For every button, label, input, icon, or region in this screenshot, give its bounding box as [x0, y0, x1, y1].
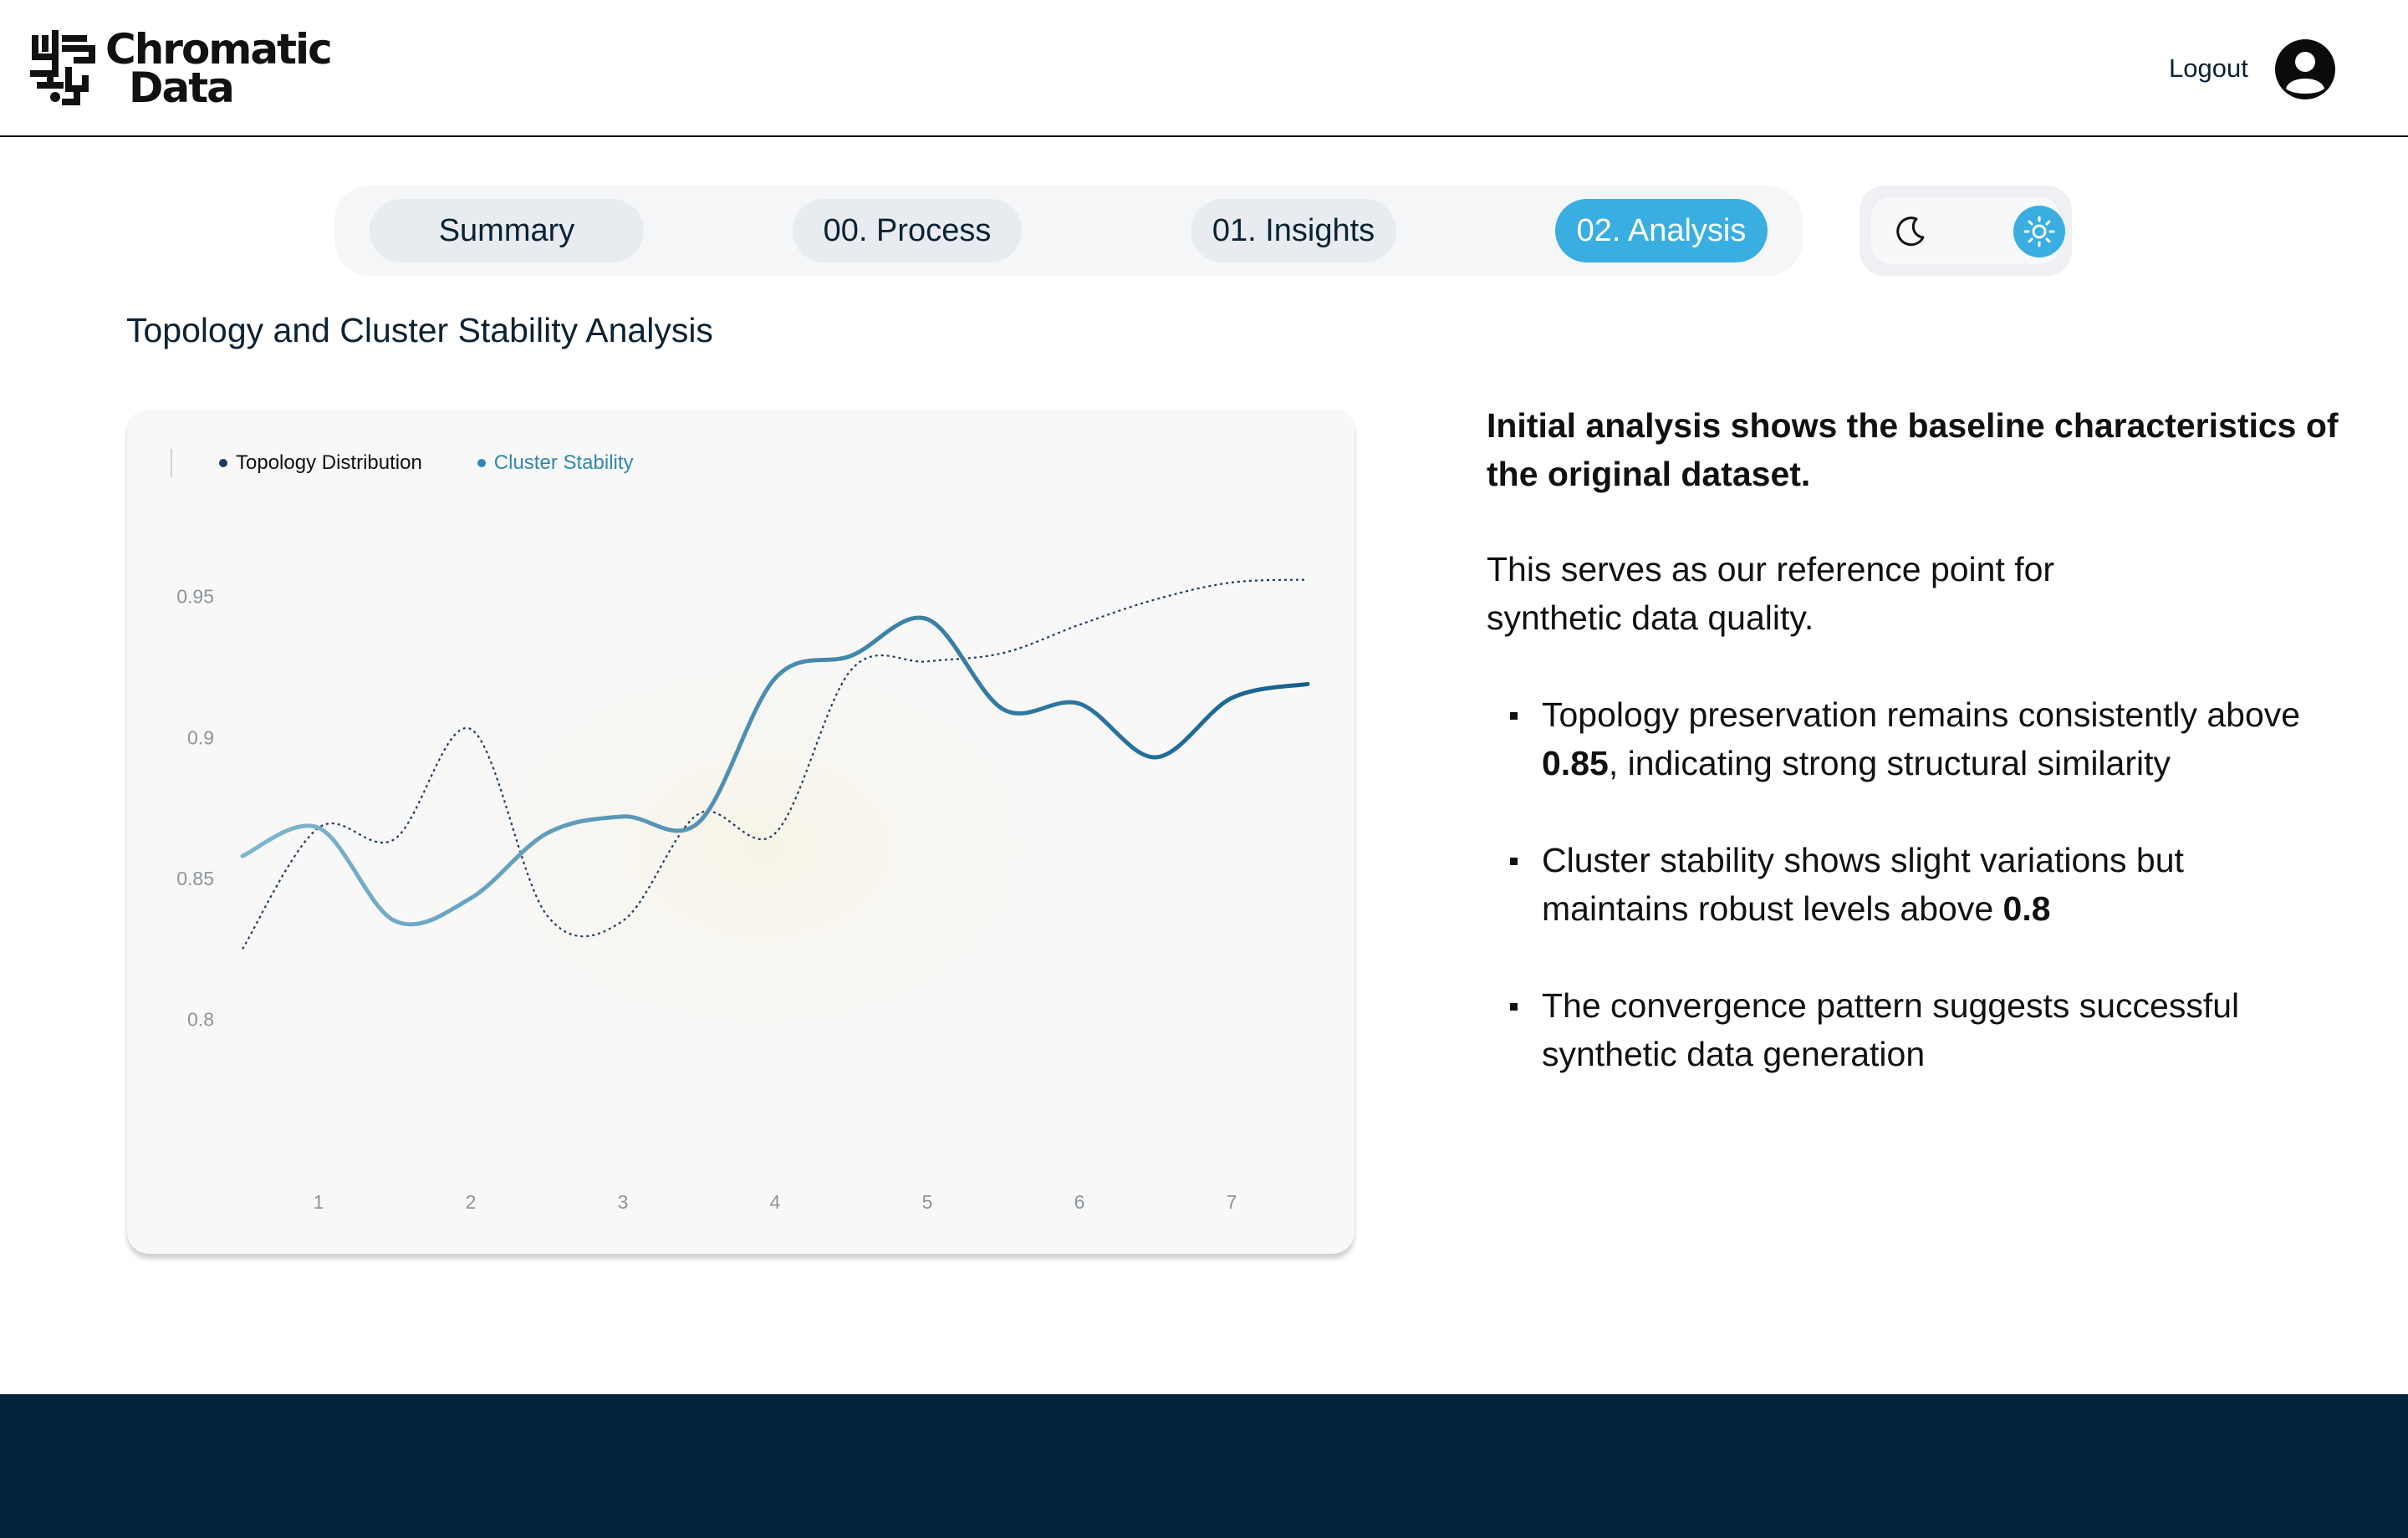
bullet-text: The convergence pattern suggests success…	[1542, 986, 2240, 1073]
app-header: Chromatic Data Logout	[0, 0, 2408, 137]
tab-summary[interactable]: Summary	[370, 199, 644, 262]
sun-icon	[2023, 216, 2055, 247]
user-avatar-icon[interactable]	[2274, 38, 2336, 100]
page-footer	[0, 1394, 2408, 1538]
y-tick-label: 0.85	[176, 868, 214, 889]
list-item: Topology preservation remains consistent…	[1487, 690, 2311, 787]
bullet-value: 0.85	[1542, 744, 1609, 782]
theme-toggle[interactable]	[1860, 186, 2072, 276]
x-tick-label: 4	[770, 1191, 781, 1213]
y-tick-label: 0.8	[187, 1009, 214, 1031]
analysis-bullets: Topology preservation remains consistent…	[1487, 690, 2373, 1078]
logout-link[interactable]: Logout	[2169, 53, 2248, 84]
y-tick-label: 0.95	[176, 586, 214, 608]
list-item: Cluster stability shows slight variation…	[1487, 836, 2311, 933]
moon-icon[interactable]	[1895, 214, 1928, 247]
bullet-value: 0.8	[2002, 889, 2051, 928]
light-mode-button[interactable]	[2013, 206, 2065, 257]
y-tick-label: 0.9	[187, 726, 214, 748]
line-chart: 0.95 0.9 0.85 0.8 1 2 3 4 5 6 7	[176, 577, 1310, 1213]
bullet-text-after: , indicating strong structural similarit…	[1608, 744, 2171, 782]
brand-name: Chromatic Data	[105, 28, 333, 112]
bullet-text: Topology preservation remains consistent…	[1542, 695, 2301, 734]
x-tick-label: 2	[466, 1191, 477, 1213]
logo-mark-icon	[30, 30, 95, 105]
brand-logo[interactable]: Chromatic Data	[30, 28, 333, 112]
chart-card: Topology Distribution Cluster Stability …	[127, 410, 1354, 1254]
x-tick-label: 5	[922, 1191, 933, 1213]
x-tick-label: 3	[618, 1191, 629, 1213]
page-title: Topology and Cluster Stability Analysis	[126, 311, 713, 349]
chart-background-glow	[328, 577, 1197, 1179]
x-tick-label: 1	[314, 1191, 324, 1213]
x-tick-label: 6	[1074, 1191, 1085, 1213]
brand-name-line2: Data	[129, 64, 235, 112]
list-item: The convergence pattern suggests success…	[1487, 981, 2311, 1078]
tab-analysis[interactable]: 02. Analysis	[1555, 199, 1768, 262]
tab-insights[interactable]: 01. Insights	[1191, 199, 1396, 262]
x-tick-label: 7	[1227, 1191, 1237, 1213]
theme-toggle-track	[1871, 197, 2065, 264]
analysis-paragraph: This serves as our reference point for s…	[1487, 550, 2055, 637]
tab-process[interactable]: 00. Process	[793, 199, 1022, 262]
analysis-panel: Initial analysis shows the baseline char…	[1487, 401, 2373, 1127]
bullet-text: Cluster stability shows slight variation…	[1542, 841, 2184, 928]
section-tabs: Summary 00. Process 01. Insights 02. Ana…	[334, 186, 1803, 276]
analysis-lead: Initial analysis shows the baseline char…	[1487, 406, 2339, 493]
